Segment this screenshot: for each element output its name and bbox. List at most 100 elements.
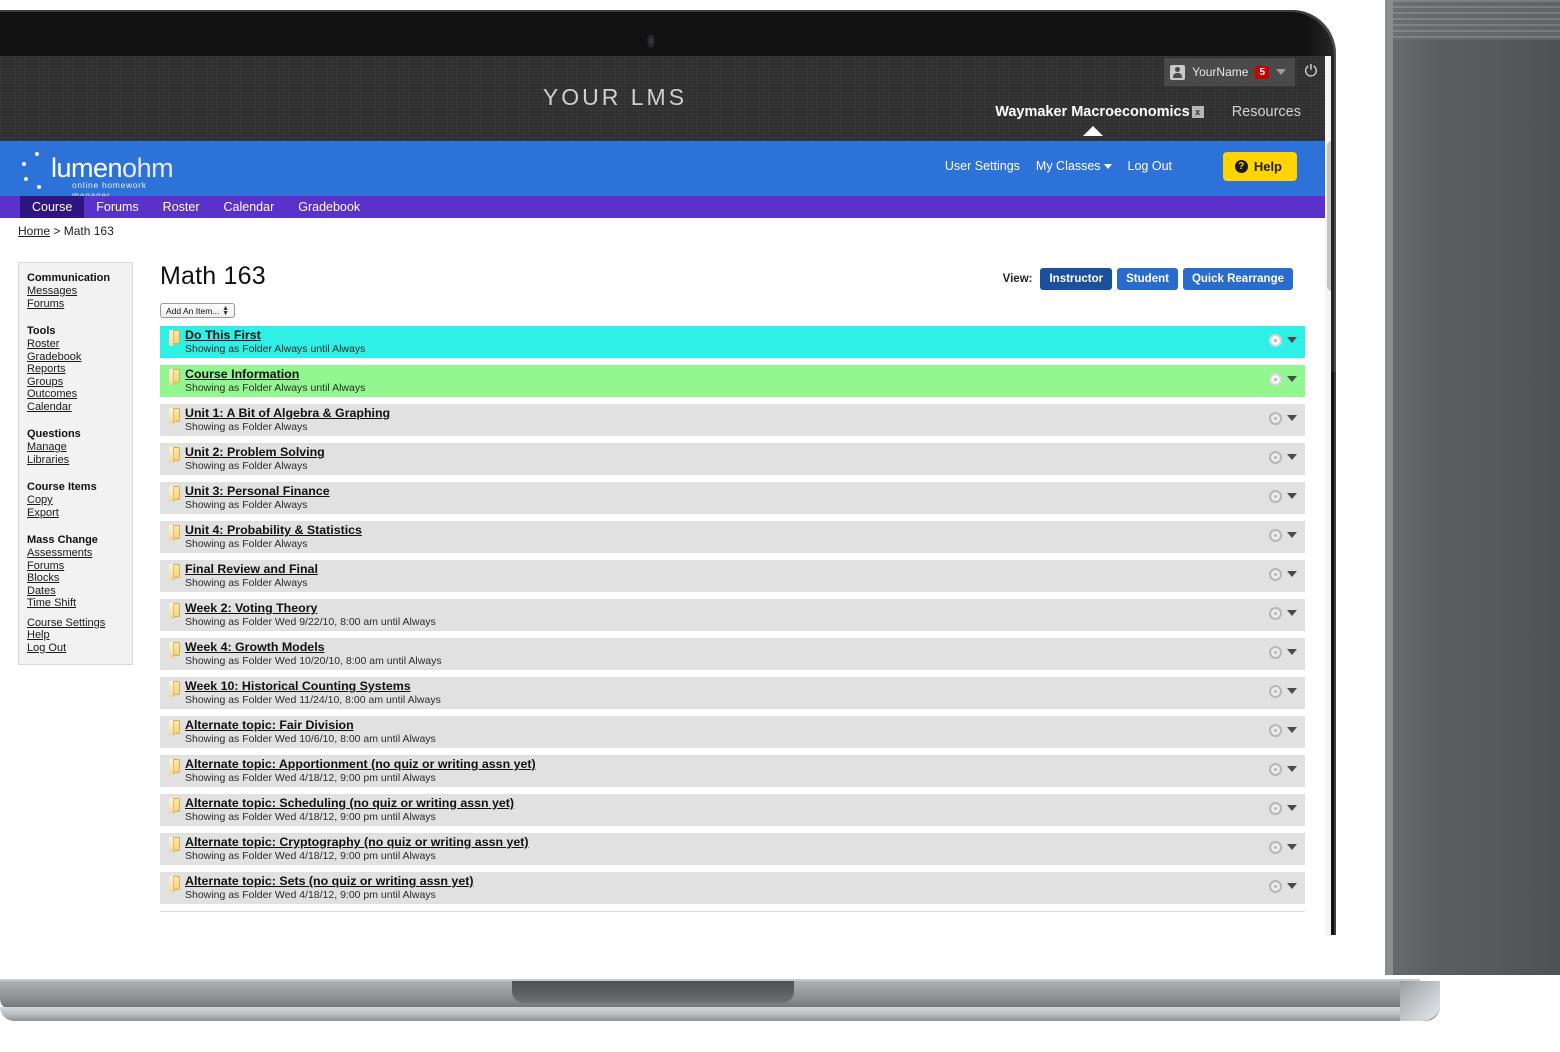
course-item-title[interactable]: Unit 4: Probability & Statistics — [185, 523, 362, 537]
chevron-down-icon[interactable] — [1287, 571, 1297, 577]
course-item-row[interactable]: Unit 3: Personal Finance Showing as Folde… — [160, 482, 1305, 514]
power-icon[interactable]: ⏻ — [1299, 58, 1323, 86]
chevron-down-icon[interactable] — [1287, 844, 1297, 850]
course-item-row[interactable]: Week 10: Historical Counting Systems Show… — [160, 677, 1305, 709]
course-item-title[interactable]: Course Information — [185, 367, 299, 381]
course-item-title[interactable]: Week 10: Historical Counting Systems — [185, 679, 411, 693]
sidebar-link-time-shift[interactable]: Time Shift — [19, 597, 132, 610]
nav-item-roster[interactable]: Roster — [151, 196, 212, 218]
breadcrumb-home[interactable]: Home — [18, 224, 50, 238]
link-log-out[interactable]: Log Out — [1128, 159, 1172, 173]
course-item-title[interactable]: Unit 1: A Bit of Algebra & Graphing — [185, 406, 390, 420]
course-item-title[interactable]: Alternate topic: Cryptography (no quiz o… — [185, 835, 529, 849]
course-item-row[interactable]: Alternate topic: Apportionment (no quiz … — [160, 755, 1305, 787]
course-item-title[interactable]: Unit 2: Problem Solving — [185, 445, 325, 459]
gear-icon[interactable] — [1269, 646, 1282, 659]
sidebar-link-assessments[interactable]: Assessments — [19, 547, 132, 560]
course-item-row[interactable]: Alternate topic: Scheduling (no quiz or … — [160, 794, 1305, 826]
chevron-down-icon[interactable] — [1287, 337, 1297, 343]
gear-icon[interactable] — [1269, 451, 1282, 464]
chevron-down-icon[interactable] — [1287, 883, 1297, 889]
course-item-title[interactable]: Week 4: Growth Models — [185, 640, 325, 654]
course-item-title[interactable]: Do This First — [185, 328, 261, 342]
course-item-row[interactable]: Unit 1: A Bit of Algebra & Graphing Showi… — [160, 404, 1305, 436]
nav-item-forums[interactable]: Forums — [84, 196, 150, 218]
course-item-row[interactable]: Alternate topic: Cryptography (no quiz o… — [160, 833, 1305, 865]
sidebar-link-messages[interactable]: Messages — [19, 285, 132, 298]
chevron-down-icon[interactable] — [1287, 688, 1297, 694]
gear-icon[interactable] — [1269, 334, 1282, 347]
gear-icon[interactable] — [1269, 880, 1282, 893]
help-button[interactable]: ? Help — [1222, 152, 1297, 181]
user-menu[interactable]: YourName 5 — [1164, 58, 1295, 86]
gear-icon[interactable] — [1269, 607, 1282, 620]
sidebar-link-forums[interactable]: Forums — [19, 560, 132, 573]
sidebar-link-course-settings[interactable]: Course Settings — [19, 617, 132, 630]
gear-icon[interactable] — [1269, 568, 1282, 581]
course-item-row[interactable]: Unit 4: Probability & Statistics Showing … — [160, 521, 1305, 553]
course-item-title[interactable]: Alternate topic: Fair Division — [185, 718, 354, 732]
nav-item-gradebook[interactable]: Gradebook — [286, 196, 372, 218]
chevron-down-icon[interactable] — [1287, 649, 1297, 655]
course-item-title[interactable]: Alternate topic: Apportionment (no quiz … — [185, 757, 536, 771]
course-item-row[interactable]: Do This First Showing as Folder Always un… — [160, 326, 1305, 358]
view-button-instructor[interactable]: Instructor — [1040, 268, 1113, 290]
course-item-row[interactable]: Alternate topic: Fair Division Showing as… — [160, 716, 1305, 748]
course-item-title[interactable]: Week 2: Voting Theory — [185, 601, 317, 615]
course-item-row[interactable]: Alternate topic: Sets (no quiz or writin… — [160, 872, 1305, 904]
chevron-down-icon[interactable] — [1287, 493, 1297, 499]
chevron-down-icon[interactable] — [1287, 727, 1297, 733]
gear-icon[interactable] — [1269, 529, 1282, 542]
sidebar-link-groups[interactable]: Groups — [19, 376, 132, 389]
sidebar-link-log-out[interactable]: Log Out — [19, 642, 132, 655]
course-item-row[interactable]: Week 4: Growth Models Showing as Folder W… — [160, 638, 1305, 670]
sidebar-link-copy[interactable]: Copy — [19, 494, 132, 507]
link-user-settings[interactable]: User Settings — [945, 159, 1020, 173]
chevron-down-icon[interactable] — [1287, 610, 1297, 616]
sidebar-link-calendar[interactable]: Calendar — [19, 401, 132, 414]
course-item-row[interactable]: Final Review and Final Showing as Folder … — [160, 560, 1305, 592]
chevron-down-icon[interactable] — [1287, 376, 1297, 382]
sidebar-link-libraries[interactable]: Libraries — [19, 454, 132, 467]
sidebar-link-dates[interactable]: Dates — [19, 585, 132, 598]
course-item-title[interactable]: Final Review and Final — [185, 562, 318, 576]
view-button-student[interactable]: Student — [1117, 268, 1178, 290]
sidebar-link-forums[interactable]: Forums — [19, 298, 132, 311]
chevron-down-icon[interactable] — [1287, 766, 1297, 772]
browser-scrollbar-thumb[interactable] — [1327, 141, 1331, 291]
nav-item-course[interactable]: Course — [20, 196, 85, 218]
close-icon[interactable]: x — [1191, 106, 1204, 118]
course-item-title[interactable]: Alternate topic: Scheduling (no quiz or … — [185, 796, 514, 810]
chevron-down-icon[interactable] — [1287, 805, 1297, 811]
sidebar-link-help[interactable]: Help — [19, 629, 132, 642]
chevron-down-icon[interactable] — [1287, 415, 1297, 421]
nav-item-calendar[interactable]: Calendar — [212, 196, 287, 218]
sidebar-link-roster[interactable]: Roster — [19, 338, 132, 351]
sidebar-link-blocks[interactable]: Blocks — [19, 572, 132, 585]
gear-icon[interactable] — [1269, 685, 1282, 698]
view-button-quick-rearrange[interactable]: Quick Rearrange — [1182, 268, 1293, 290]
tab-waymaker-macroeconomics[interactable]: Waymaker Macroeconomics x — [995, 104, 1204, 136]
course-item-row[interactable]: Unit 2: Problem Solving Showing as Folde… — [160, 443, 1305, 475]
chevron-down-icon[interactable] — [1287, 532, 1297, 538]
gear-icon[interactable] — [1269, 802, 1282, 815]
lumenohm-logo[interactable]: lumenohm online homework manager — [18, 149, 188, 200]
course-item-row[interactable]: Course Information Showing as Folder Alwa… — [160, 365, 1305, 397]
chevron-down-icon[interactable] — [1287, 454, 1297, 460]
gear-icon[interactable] — [1269, 724, 1282, 737]
link-my-classes[interactable]: My Classes — [1036, 159, 1112, 173]
add-item-select[interactable]: Add An Item... ▲ ▼ — [160, 303, 235, 318]
gear-icon[interactable] — [1269, 373, 1282, 386]
gear-icon[interactable] — [1269, 841, 1282, 854]
sidebar-link-outcomes[interactable]: Outcomes — [19, 388, 132, 401]
tab-resources[interactable]: Resources — [1232, 104, 1301, 120]
sidebar-link-export[interactable]: Export — [19, 507, 132, 520]
course-item-title[interactable]: Alternate topic: Sets (no quiz or writin… — [185, 874, 473, 888]
course-item-row[interactable]: Week 2: Voting Theory Showing as Folder W… — [160, 599, 1305, 631]
sidebar-link-gradebook[interactable]: Gradebook — [19, 351, 132, 364]
gear-icon[interactable] — [1269, 763, 1282, 776]
gear-icon[interactable] — [1269, 490, 1282, 503]
gear-icon[interactable] — [1269, 412, 1282, 425]
sidebar-link-reports[interactable]: Reports — [19, 363, 132, 376]
course-item-title[interactable]: Unit 3: Personal Finance — [185, 484, 330, 498]
